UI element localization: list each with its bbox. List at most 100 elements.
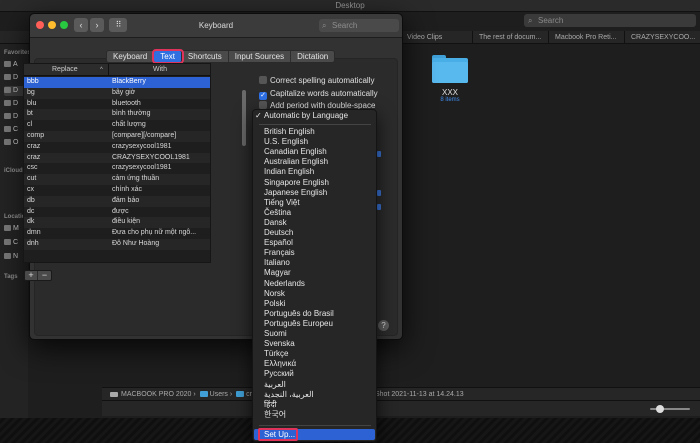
table-row[interactable]: dc được — [24, 207, 210, 218]
with-cell[interactable]: được — [112, 207, 204, 218]
add-period-checkbox[interactable] — [259, 101, 267, 109]
tab-dictation[interactable]: Dictation — [291, 51, 334, 62]
table-row[interactable]: dk điều kiện — [24, 217, 210, 229]
replace-cell[interactable]: dmn — [27, 228, 107, 239]
remove-replacement-button[interactable]: − — [38, 271, 51, 280]
popup-arrow-icon[interactable] — [377, 151, 381, 157]
icon-size-slider-knob[interactable] — [656, 405, 664, 413]
back-button[interactable]: ‹ — [74, 18, 88, 32]
replace-cell[interactable]: cut — [27, 174, 107, 185]
path-file[interactable]: Shot 2021-11-13 at 14.24.13 — [375, 388, 464, 400]
menu-item-language[interactable]: U.S. English — [253, 137, 376, 147]
menu-item-language[interactable]: British English — [253, 127, 376, 137]
table-row[interactable]: craz CRAZYSEXYCOOL1981 — [24, 152, 210, 164]
menu-item-language[interactable]: Polski — [253, 299, 376, 309]
menu-item-language[interactable]: العربية — [253, 380, 376, 390]
menu-item-language[interactable]: العربية، النجدية — [253, 390, 376, 400]
menu-item-automatic-by-language[interactable]: ✓ Automatic by Language — [253, 111, 376, 121]
with-cell[interactable]: crazysexycool1981 — [112, 142, 204, 153]
column-header-with[interactable]: With — [109, 64, 210, 76]
menu-item-language[interactable]: Svenska — [253, 339, 376, 349]
forward-button[interactable]: › — [90, 18, 104, 32]
table-row[interactable]: dnh Đỗ Như Hoàng — [24, 239, 210, 250]
table-row[interactable]: cut cảm ứng thuần — [24, 174, 210, 185]
show-all-button[interactable]: ⠿ — [109, 18, 127, 32]
with-cell[interactable]: cảm ứng thuần — [112, 174, 204, 185]
menu-item-language[interactable]: Australian English — [253, 157, 376, 167]
menu-item-language[interactable]: Tiếng Việt — [253, 198, 376, 208]
menu-item-language[interactable]: हिंदी — [253, 400, 376, 410]
with-cell[interactable]: bây giờ — [112, 88, 204, 99]
finder-tab-video-clips[interactable]: Video Clips — [400, 31, 472, 44]
folder-icon[interactable] — [432, 55, 468, 83]
replace-cell[interactable]: bg — [27, 88, 107, 99]
table-scrollbar[interactable] — [242, 90, 246, 146]
replace-cell[interactable]: dnh — [27, 239, 107, 250]
table-row[interactable]: bbb BlackBerry — [24, 77, 210, 88]
table-row[interactable]: comp [compare][/compare] — [24, 131, 210, 142]
menu-item-language[interactable]: Русский — [253, 369, 376, 379]
replace-cell[interactable]: db — [27, 196, 107, 207]
menu-item-language[interactable]: Norsk — [253, 289, 376, 299]
replace-cell[interactable]: dc — [27, 207, 107, 218]
menu-item-language[interactable]: Canadian English — [253, 147, 376, 157]
with-cell[interactable]: CRAZYSEXYCOOL1981 — [112, 153, 204, 164]
menu-item-language[interactable]: Japanese English — [253, 188, 376, 198]
tab-shortcuts[interactable]: Shortcuts — [182, 51, 229, 62]
replace-cell[interactable]: bbb — [27, 77, 107, 88]
finder-tab-docs[interactable]: The rest of docum... — [472, 31, 548, 44]
menu-item-language[interactable]: Português do Brasil — [253, 309, 376, 319]
menu-item-language[interactable]: Singapore English — [253, 178, 376, 188]
table-row[interactable]: cl chất lượng — [24, 120, 210, 131]
capitalize-checkbox[interactable]: ✓ — [259, 92, 267, 100]
table-row[interactable]: db đảm bảo — [24, 195, 210, 207]
finder-search-input[interactable]: ⌕ Search — [524, 14, 696, 27]
path-drive[interactable]: MACBOOK PRO 2020 — [121, 391, 191, 398]
menu-item-language[interactable]: 한국어 — [253, 410, 376, 420]
replace-cell[interactable]: cl — [27, 120, 107, 131]
table-row[interactable]: cx chính xác — [24, 185, 210, 196]
menu-item-language[interactable]: Nederlands — [253, 279, 376, 289]
capitalize-option[interactable]: ✓ Capitalize words automatically — [259, 89, 378, 100]
preferences-search-input[interactable]: ⌕ Search — [319, 19, 399, 32]
table-row[interactable]: blu bluetooth — [24, 99, 210, 110]
with-cell[interactable]: Đỗ Như Hoàng — [112, 239, 204, 250]
with-cell[interactable]: bluetooth — [112, 99, 204, 110]
finder-tab-crazy[interactable]: CRAZYSEXYCOO... — [624, 31, 700, 44]
menu-item-language[interactable]: Dansk — [253, 218, 376, 228]
add-replacement-button[interactable]: + — [25, 271, 38, 280]
path-users[interactable]: Users — [210, 391, 228, 398]
with-cell[interactable]: Đưa cho phụ nữ một ngô... — [112, 228, 204, 239]
menu-item-language[interactable]: Čeština — [253, 208, 376, 218]
menu-item-language[interactable]: Türkçe — [253, 349, 376, 359]
menu-item-language[interactable]: Italiano — [253, 258, 376, 268]
replace-cell[interactable]: comp — [27, 131, 107, 142]
with-cell[interactable]: điều kiện — [112, 217, 204, 228]
replace-cell[interactable]: cx — [27, 185, 107, 196]
menu-item-language[interactable]: Indian English — [253, 167, 376, 177]
replace-cell[interactable]: craz — [27, 153, 107, 164]
table-row[interactable]: craz crazysexycool1981 — [24, 142, 210, 153]
menu-item-language[interactable]: Suomi — [253, 329, 376, 339]
menu-item-language[interactable]: Magyar — [253, 268, 376, 278]
with-cell[interactable]: BlackBerry — [112, 77, 204, 88]
menu-item-language[interactable]: Ελληνικά — [253, 359, 376, 369]
menu-item-language[interactable]: Deutsch — [253, 228, 376, 238]
with-cell[interactable]: đảm bảo — [112, 196, 204, 207]
replace-cell[interactable]: blu — [27, 99, 107, 110]
menu-item-language[interactable]: Português Europeu — [253, 319, 376, 329]
replace-cell[interactable]: dk — [27, 217, 107, 228]
popup-arrow-icon[interactable] — [377, 190, 381, 196]
table-row[interactable]: dmn Đưa cho phụ nữ một ngô... — [24, 228, 210, 239]
replace-cell[interactable]: craz — [27, 142, 107, 153]
popup-arrow-icon[interactable] — [377, 204, 381, 210]
correct-spelling-option[interactable]: Correct spelling automatically — [259, 76, 375, 86]
finder-tab-macbook[interactable]: Macbook Pro Reti... — [548, 31, 624, 44]
column-header-replace[interactable]: Replace ^ — [24, 64, 109, 76]
table-row[interactable]: bt bình thường — [24, 109, 210, 121]
tab-keyboard[interactable]: Keyboard — [107, 51, 155, 62]
replace-cell[interactable]: csc — [27, 163, 107, 174]
maximize-button[interactable] — [60, 21, 68, 29]
replace-cell[interactable]: bt — [27, 109, 107, 120]
tab-text[interactable]: Text — [152, 49, 184, 64]
